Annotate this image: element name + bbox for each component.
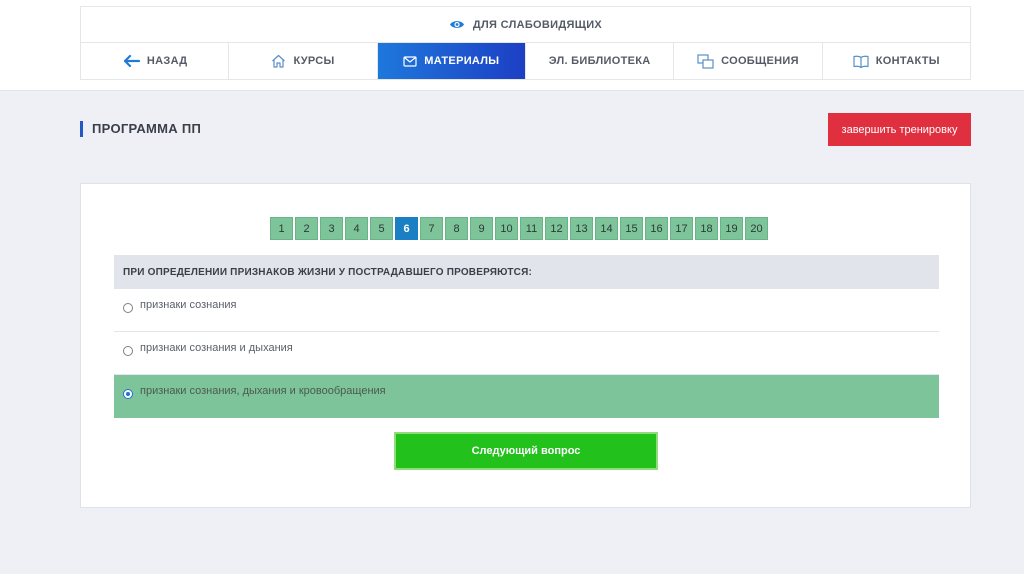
nav-library[interactable]: ЭЛ. БИБЛИОТЕКА <box>525 43 675 79</box>
next-question-button[interactable]: Следующий вопрос <box>394 432 658 470</box>
radio-button[interactable] <box>123 389 133 399</box>
answer-label: признаки сознания, дыхания и кровообраще… <box>140 385 386 397</box>
messages-icon <box>697 53 714 69</box>
page-number-10[interactable]: 10 <box>495 217 518 240</box>
page-number-2[interactable]: 2 <box>295 217 318 240</box>
book-icon <box>853 55 869 68</box>
page-number-9[interactable]: 9 <box>470 217 493 240</box>
nav-courses-label: КУРСЫ <box>293 55 335 67</box>
accessibility-bar[interactable]: ДЛЯ СЛАБОВИДЯЩИХ <box>80 6 971 42</box>
page-number-18[interactable]: 18 <box>695 217 718 240</box>
nav-messages-label: СООБЩЕНИЯ <box>721 55 799 67</box>
radio-button[interactable] <box>123 346 133 356</box>
house-icon <box>272 54 286 68</box>
page-number-4[interactable]: 4 <box>345 217 368 240</box>
arrow-left-icon <box>123 54 140 68</box>
page-number-6[interactable]: 6 <box>395 217 418 240</box>
nav-courses[interactable]: КУРСЫ <box>229 43 378 79</box>
nav-messages[interactable]: СООБЩЕНИЯ <box>674 43 823 79</box>
page-title: ПРОГРАММА ПП <box>80 121 201 137</box>
page-number-12[interactable]: 12 <box>545 217 568 240</box>
question-text: ПРИ ОПРЕДЕЛЕНИИ ПРИЗНАКОВ ЖИЗНИ У ПОСТРА… <box>114 255 939 289</box>
page-number-15[interactable]: 15 <box>620 217 643 240</box>
nav-library-label: ЭЛ. БИБЛИОТЕКА <box>548 55 651 67</box>
header: ДЛЯ СЛАБОВИДЯЩИХ НАЗАД КУРСЫ МАТЕРИАЛЫ Э… <box>0 0 1024 91</box>
page-number-3[interactable]: 3 <box>320 217 343 240</box>
quiz-card: 1 2 3 4 5 6 7 8 9 10 11 12 13 14 15 16 17 18 19 20 ПРИ ОПРЕ… <box>80 183 971 508</box>
finish-training-button[interactable]: завершить тренировку <box>828 113 971 146</box>
page-number-14[interactable]: 14 <box>595 217 618 240</box>
page-number-16[interactable]: 16 <box>645 217 668 240</box>
radio-button[interactable] <box>123 303 133 313</box>
page-number-17[interactable]: 17 <box>670 217 693 240</box>
answer-label: признаки сознания <box>140 299 237 311</box>
nav-materials[interactable]: МАТЕРИАЛЫ <box>377 43 526 79</box>
page-number-13[interactable]: 13 <box>570 217 593 240</box>
nav-back[interactable]: НАЗАД <box>81 43 230 79</box>
nav-contacts-label: КОНТАКТЫ <box>875 55 940 67</box>
page-number-19[interactable]: 19 <box>720 217 743 240</box>
page-number-5[interactable]: 5 <box>370 217 393 240</box>
page-number-1[interactable]: 1 <box>270 217 293 240</box>
page-number-8[interactable]: 8 <box>445 217 468 240</box>
envelope-icon <box>403 55 417 67</box>
answer-option-3[interactable]: признаки сознания, дыхания и кровообраще… <box>114 375 939 418</box>
question-pager: 1 2 3 4 5 6 7 8 9 10 11 12 13 14 15 16 17 18 19 20 <box>270 217 768 240</box>
nav-contacts[interactable]: КОНТАКТЫ <box>822 43 970 79</box>
page-number-7[interactable]: 7 <box>420 217 443 240</box>
eye-icon <box>449 21 464 28</box>
nav-materials-label: МАТЕРИАЛЫ <box>424 55 500 67</box>
answer-option-2[interactable]: признаки сознания и дыхания <box>114 332 939 375</box>
nav-back-label: НАЗАД <box>146 55 188 67</box>
answer-label: признаки сознания и дыхания <box>140 342 293 354</box>
page-number-20[interactable]: 20 <box>745 217 768 240</box>
accessibility-label: ДЛЯ СЛАБОВИДЯЩИХ <box>472 18 603 31</box>
main-nav: НАЗАД КУРСЫ МАТЕРИАЛЫ ЭЛ. БИБЛИОТЕКА СОО… <box>80 42 971 80</box>
answer-option-1[interactable]: признаки сознания <box>114 289 939 332</box>
page-number-11[interactable]: 11 <box>520 217 543 240</box>
